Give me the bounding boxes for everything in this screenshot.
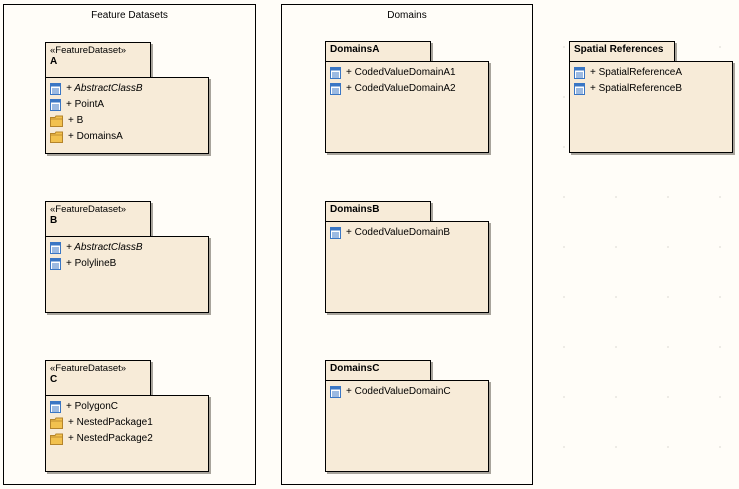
package-item-label: + NestedPackage1 xyxy=(68,417,153,428)
package-stereotype: «FeatureDataset» xyxy=(50,363,127,374)
package-b[interactable]: «FeatureDataset» B + AbstractClassB + Pol… xyxy=(45,201,209,313)
package-item-label: + NestedPackage2 xyxy=(68,433,153,444)
class-icon xyxy=(50,99,61,111)
class-icon xyxy=(50,401,61,413)
class-icon xyxy=(330,67,341,79)
package-items: + CodedValueDomainB xyxy=(330,225,484,241)
package-item-label: + CodedValueDomainA1 xyxy=(346,67,456,78)
package-name: DomainsC xyxy=(330,363,380,374)
package-tab[interactable]: DomainsB xyxy=(325,201,431,222)
package-stereotype: «FeatureDataset» xyxy=(50,204,127,215)
package-body[interactable]: + PolygonC + NestedPackage1 + NestedPackag… xyxy=(45,395,209,472)
package-icon xyxy=(50,417,63,429)
package-items: + AbstractClassB + PointA + B + DomainsA xyxy=(50,81,204,145)
class-icon xyxy=(50,83,61,95)
package-items: + SpatialReferenceA + SpatialReferenceB xyxy=(574,65,728,97)
package-item-label: + PointA xyxy=(66,99,105,110)
package-c[interactable]: «FeatureDataset» C + PolygonC + NestedPac… xyxy=(45,360,209,472)
package-item[interactable]: + PolylineB xyxy=(50,256,204,272)
package-name: B xyxy=(50,215,58,226)
package-body[interactable]: + SpatialReferenceA + SpatialReferenceB xyxy=(569,61,733,153)
package-item[interactable]: + AbstractClassB xyxy=(50,240,204,256)
package-body[interactable]: + CodedValueDomainA1 + CodedValueDomainA2 xyxy=(325,61,489,153)
package-item-label: + AbstractClassB xyxy=(66,242,143,253)
package-items: + CodedValueDomainC xyxy=(330,384,484,400)
package-item[interactable]: + CodedValueDomainA1 xyxy=(330,65,484,81)
package-a[interactable]: «FeatureDataset» A + AbstractClassB + Poi… xyxy=(45,42,209,154)
class-icon xyxy=(574,83,585,95)
package-tab[interactable]: «FeatureDataset» A xyxy=(45,42,151,78)
package-tab[interactable]: DomainsC xyxy=(325,360,431,381)
package-item-label: + B xyxy=(68,115,84,126)
package-name: DomainsB xyxy=(330,204,380,215)
package-body[interactable]: + AbstractClassB + PolylineB xyxy=(45,236,209,313)
boundary-title: Feature Datasets xyxy=(91,10,168,21)
package-item[interactable]: + CodedValueDomainC xyxy=(330,384,484,400)
package-body[interactable]: + CodedValueDomainC xyxy=(325,380,489,472)
package-items: + PolygonC + NestedPackage1 + NestedPackag… xyxy=(50,399,204,447)
package-item-label: + DomainsA xyxy=(68,131,123,142)
class-icon xyxy=(330,83,341,95)
package-items: + CodedValueDomainA1 + CodedValueDomainA2 xyxy=(330,65,484,97)
package-item[interactable]: + SpatialReferenceA xyxy=(574,65,728,81)
package-domains-b[interactable]: DomainsB + CodedValueDomainB xyxy=(325,201,489,313)
package-icon xyxy=(50,115,63,127)
package-name: DomainsA xyxy=(330,44,380,55)
package-name: Spatial References xyxy=(574,44,664,55)
package-body[interactable]: + AbstractClassB + PointA + B + DomainsA xyxy=(45,77,209,154)
package-item-label: + CodedValueDomainA2 xyxy=(346,83,456,94)
package-item[interactable]: + PointA xyxy=(50,97,204,113)
package-icon xyxy=(50,131,63,143)
package-item-label: + CodedValueDomainC xyxy=(346,386,451,397)
package-item[interactable]: + SpatialReferenceB xyxy=(574,81,728,97)
package-item[interactable]: + AbstractClassB xyxy=(50,81,204,97)
package-tab[interactable]: DomainsA xyxy=(325,41,431,62)
package-item[interactable]: + NestedPackage1 xyxy=(50,415,204,431)
package-name: C xyxy=(50,374,58,385)
package-items: + AbstractClassB + PolylineB xyxy=(50,240,204,272)
package-item-label: + PolygonC xyxy=(66,401,118,412)
package-item-label: + AbstractClassB xyxy=(66,83,143,94)
package-item[interactable]: + CodedValueDomainB xyxy=(330,225,484,241)
class-icon xyxy=(330,227,341,239)
package-item[interactable]: + PolygonC xyxy=(50,399,204,415)
package-domains-c[interactable]: DomainsC + CodedValueDomainC xyxy=(325,360,489,472)
package-icon xyxy=(50,433,63,445)
package-tab[interactable]: «FeatureDataset» B xyxy=(45,201,151,237)
package-name: A xyxy=(50,56,58,67)
package-item-label: + PolylineB xyxy=(66,258,117,269)
package-tab[interactable]: Spatial References xyxy=(569,41,675,62)
boundary-title: Domains xyxy=(387,10,427,21)
package-stereotype: «FeatureDataset» xyxy=(50,45,127,56)
package-item[interactable]: + DomainsA xyxy=(50,129,204,145)
package-tab[interactable]: «FeatureDataset» C xyxy=(45,360,151,396)
package-item-label: + SpatialReferenceA xyxy=(590,67,683,78)
package-spatial-references[interactable]: Spatial References + SpatialReferenceA + … xyxy=(569,41,733,153)
package-item[interactable]: + CodedValueDomainA2 xyxy=(330,81,484,97)
class-icon xyxy=(50,242,61,254)
package-item-label: + CodedValueDomainB xyxy=(346,227,451,238)
class-icon xyxy=(330,386,341,398)
package-item[interactable]: + B xyxy=(50,113,204,129)
package-item[interactable]: + NestedPackage2 xyxy=(50,431,204,447)
class-icon xyxy=(50,258,61,270)
package-item-label: + SpatialReferenceB xyxy=(590,83,683,94)
package-domains-a[interactable]: DomainsA + CodedValueDomainA1 + CodedValu… xyxy=(325,41,489,153)
class-icon xyxy=(574,67,585,79)
package-body[interactable]: + CodedValueDomainB xyxy=(325,221,489,313)
